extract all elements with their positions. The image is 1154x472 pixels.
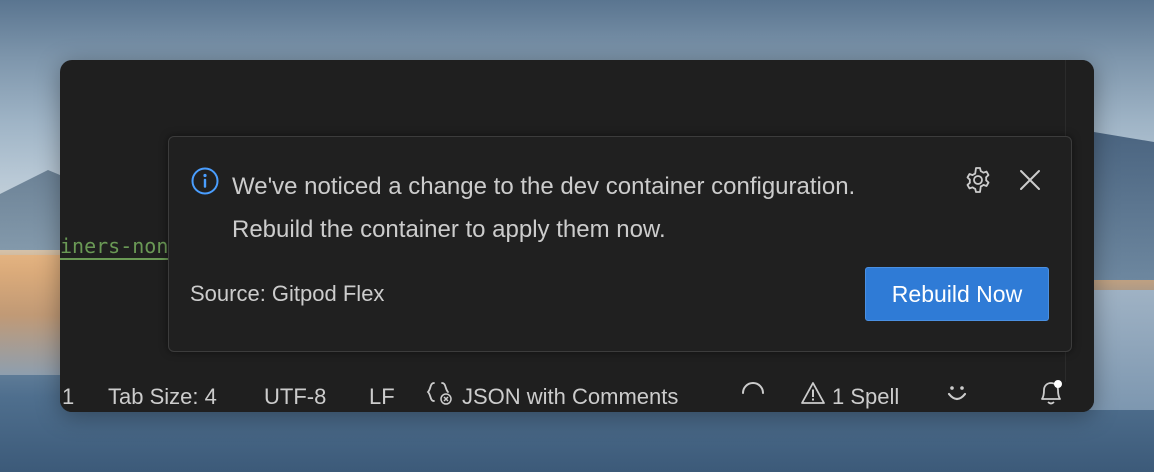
notification-settings-button[interactable] xyxy=(961,165,995,199)
status-problems-label: 1 Spell xyxy=(832,384,900,409)
close-icon xyxy=(1019,169,1041,196)
feedback-icon xyxy=(944,380,970,412)
status-feedback[interactable] xyxy=(944,382,970,412)
status-bar: 1 Tab Size: 4 UTF-8 LF JSON with Comment… xyxy=(60,379,1094,412)
spinner-icon xyxy=(740,380,766,412)
status-tab-size[interactable]: Tab Size: 4 xyxy=(108,382,217,412)
status-line-column[interactable]: 1 xyxy=(62,382,74,412)
status-tab-size-label: Tab Size: 4 xyxy=(108,384,217,409)
notification-toast: We've noticed a change to the dev contai… xyxy=(168,136,1072,352)
status-language-label: JSON with Comments xyxy=(462,384,679,409)
notification-message-line2: Rebuild the container to apply them now. xyxy=(232,216,666,243)
notification-close-button[interactable] xyxy=(1013,165,1047,199)
bell-icon xyxy=(1038,379,1064,412)
status-notifications[interactable] xyxy=(1038,379,1064,412)
status-language-mode[interactable]: JSON with Comments xyxy=(426,382,678,412)
warning-icon xyxy=(800,381,826,412)
code-line-fragment[interactable]: iners-non xyxy=(60,234,169,260)
editor-window: iners-non We've noticed a change to the … xyxy=(60,60,1094,412)
status-line-column-label: 1 xyxy=(62,384,75,409)
status-encoding-label: UTF-8 xyxy=(264,384,327,409)
status-eol[interactable]: LF xyxy=(369,382,395,412)
notification-source: Source: Gitpod Flex xyxy=(190,281,385,306)
rebuild-now-button[interactable]: Rebuild Now xyxy=(865,267,1049,321)
braces-icon xyxy=(426,380,456,412)
status-encoding[interactable]: UTF-8 xyxy=(264,382,326,412)
status-sync-progress[interactable] xyxy=(740,382,766,412)
info-icon xyxy=(191,167,219,195)
gear-icon xyxy=(963,165,993,200)
notification-message: We've noticed a change to the dev contai… xyxy=(232,165,952,251)
status-eol-label: LF xyxy=(369,384,395,409)
notification-message-line1: We've noticed a change to the dev contai… xyxy=(232,173,856,200)
status-problems[interactable]: 1 Spell xyxy=(800,382,899,412)
